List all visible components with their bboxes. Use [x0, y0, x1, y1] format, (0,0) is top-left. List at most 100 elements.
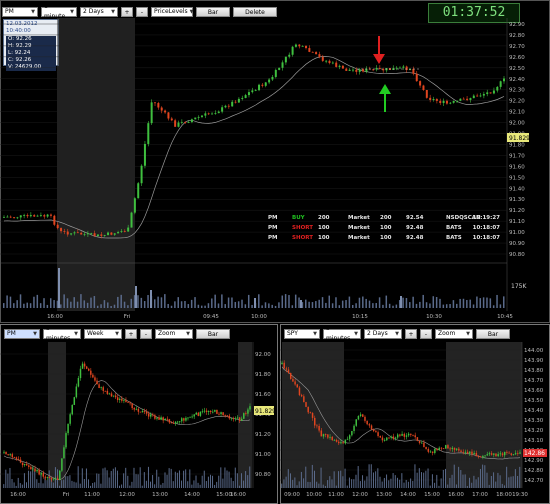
order-price-cell: 92.48	[406, 235, 424, 241]
volume-bar	[222, 478, 224, 488]
candle-body	[54, 478, 57, 480]
volume-bar	[127, 475, 129, 488]
buy-arrow-icon	[379, 84, 391, 112]
candle-body	[13, 457, 16, 458]
candle-body	[137, 183, 140, 199]
candle-body	[23, 215, 26, 216]
candle-body	[56, 478, 59, 480]
volume-bar	[145, 480, 147, 488]
candle-body	[157, 103, 160, 108]
volume-bar	[362, 475, 364, 488]
candle-body	[303, 396, 305, 403]
candle-body	[434, 448, 436, 453]
candle-body	[351, 69, 354, 71]
candle-body	[338, 65, 341, 67]
volume-bar	[226, 470, 228, 488]
candle-body	[44, 476, 47, 478]
candle-body	[217, 111, 220, 114]
price-tick-label: 91.00	[255, 452, 271, 458]
price-tick-label: 143.10	[524, 438, 544, 444]
candle-body	[342, 442, 344, 444]
candle-body	[381, 437, 384, 441]
candle-body	[234, 101, 237, 103]
volume-bar	[46, 304, 49, 308]
volume-bar	[294, 477, 296, 488]
candle-body	[288, 54, 291, 57]
volume-bar	[305, 466, 307, 488]
volume-bar	[158, 476, 160, 488]
candle-body	[176, 421, 179, 423]
volume-bar	[147, 466, 149, 488]
left-price-chart[interactable]: 92.0091.8091.6091.4091.2091.0090.80 16:0…	[0, 324, 278, 504]
time-tick-label: 17:00	[472, 492, 488, 498]
volume-bar	[108, 477, 110, 488]
candle-body	[341, 65, 344, 69]
volume-bar	[83, 300, 86, 308]
candle-body	[335, 439, 338, 442]
candle-body	[200, 115, 203, 117]
volume-bar	[449, 478, 451, 488]
volume-bar	[19, 483, 21, 488]
volume-bar	[471, 482, 473, 488]
candle-body	[314, 417, 316, 426]
main-last-price: 91.829	[509, 135, 530, 142]
volume-bar	[473, 475, 475, 488]
order-time-cell: 10:18:07	[473, 235, 501, 241]
volume-bar	[335, 297, 337, 308]
order-sym-cell: PM	[268, 215, 278, 221]
volume-bar	[96, 473, 98, 488]
volume-bar	[439, 298, 441, 308]
order-type-cell: Market	[348, 225, 370, 231]
price-tick-label: 142.80	[524, 468, 544, 474]
volume-bar	[298, 481, 300, 488]
candle-body	[403, 433, 406, 437]
candle-body	[392, 436, 395, 439]
volume-bar	[183, 470, 185, 488]
right-price-chart[interactable]: 144.00 143.90 143.80 143.70 143.60 143.50 143.…	[280, 324, 550, 504]
volume-bar	[152, 475, 154, 488]
volume-bar	[214, 484, 216, 488]
volume-bar	[65, 476, 67, 488]
right-price-axis: 144.00 143.90 143.80 143.70 143.60 143.50 143.…	[524, 348, 544, 484]
candle-body	[3, 451, 5, 453]
candle-body	[438, 447, 440, 450]
volume-bar	[130, 298, 133, 308]
volume-bar	[484, 465, 486, 488]
volume-bar	[231, 297, 233, 308]
candle-body	[152, 414, 154, 416]
candle-body	[63, 231, 66, 232]
volume-bar	[402, 297, 404, 308]
volume-bar	[340, 470, 342, 488]
volume-bar	[320, 467, 322, 488]
time-tick-label: 15:00	[424, 492, 440, 498]
volume-bar	[34, 470, 36, 488]
candle-body	[292, 378, 294, 382]
volume-bar	[224, 467, 226, 488]
volume-bar	[447, 484, 449, 488]
candle-body	[458, 448, 460, 451]
candle-body	[191, 416, 193, 418]
volume-bar	[431, 474, 433, 488]
price-tick-label: 91.60	[255, 392, 271, 398]
candle-body	[197, 116, 200, 118]
candle-body	[201, 411, 204, 413]
volume-bar	[63, 479, 65, 488]
volume-bar	[13, 303, 15, 308]
candle-body	[462, 451, 464, 453]
candle-body	[278, 67, 281, 70]
price-tick-label: 91.70	[509, 153, 525, 159]
volume-bar	[160, 297, 163, 308]
volume-bar	[207, 476, 209, 488]
candle-body	[501, 453, 504, 456]
volume-bar	[5, 469, 7, 488]
volume-bar	[351, 304, 354, 308]
candle-body	[139, 411, 142, 413]
volume-bar	[6, 295, 8, 308]
candle-body	[170, 422, 173, 424]
volume-bar	[218, 475, 220, 488]
main-price-chart[interactable]: 92.90 92.80 92.70 92.60 92.50 92.40 92.30 92.20…	[0, 0, 550, 323]
volume-spike	[400, 296, 402, 308]
price-tick-label: 91.00	[509, 230, 525, 236]
candle-body	[141, 410, 144, 413]
volume-bar	[13, 482, 15, 488]
